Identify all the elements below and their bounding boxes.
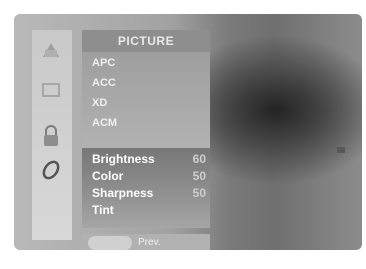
- menu-item-xd[interactable]: XD: [92, 97, 107, 109]
- menu-item-apc[interactable]: APC: [92, 57, 115, 69]
- picture-menu-icon[interactable]: [39, 38, 63, 62]
- brightness-value: 60: [192, 152, 206, 166]
- color-label: Color: [92, 169, 124, 183]
- brightness-row[interactable]: Brightness 60: [92, 152, 206, 168]
- brightness-label: Brightness: [92, 152, 155, 166]
- color-row[interactable]: Color 50: [92, 169, 206, 185]
- prev-label: Prev.: [138, 237, 161, 248]
- sharpness-label: Sharpness: [92, 186, 154, 200]
- sharpness-value: 50: [192, 186, 206, 200]
- lock-icon[interactable]: [39, 124, 63, 148]
- menu-item-acm[interactable]: ACM: [92, 117, 117, 129]
- color-value: 50: [192, 169, 206, 183]
- prev-button[interactable]: [88, 236, 132, 250]
- bottom-bar: Prev.: [82, 234, 210, 250]
- sharpness-row[interactable]: Sharpness 50: [92, 186, 206, 202]
- picture-menu-panel: PICTURE APC ACC XD ACM: [82, 30, 210, 148]
- adjustment-panel: Brightness 60 Color 50 Sharpness 50 Tint: [82, 148, 210, 228]
- menu-title: PICTURE: [82, 30, 210, 52]
- menu-item-acc[interactable]: ACC: [92, 77, 116, 89]
- option-icon[interactable]: [39, 158, 63, 182]
- screen-icon[interactable]: [39, 78, 63, 102]
- tv-screen: PICTURE APC ACC XD ACM Brightness 60 Col…: [14, 14, 362, 250]
- tint-label: Tint: [92, 203, 114, 217]
- menu-icon-column: [32, 30, 72, 240]
- screen-mark: [337, 147, 345, 153]
- tint-row[interactable]: Tint: [92, 203, 206, 219]
